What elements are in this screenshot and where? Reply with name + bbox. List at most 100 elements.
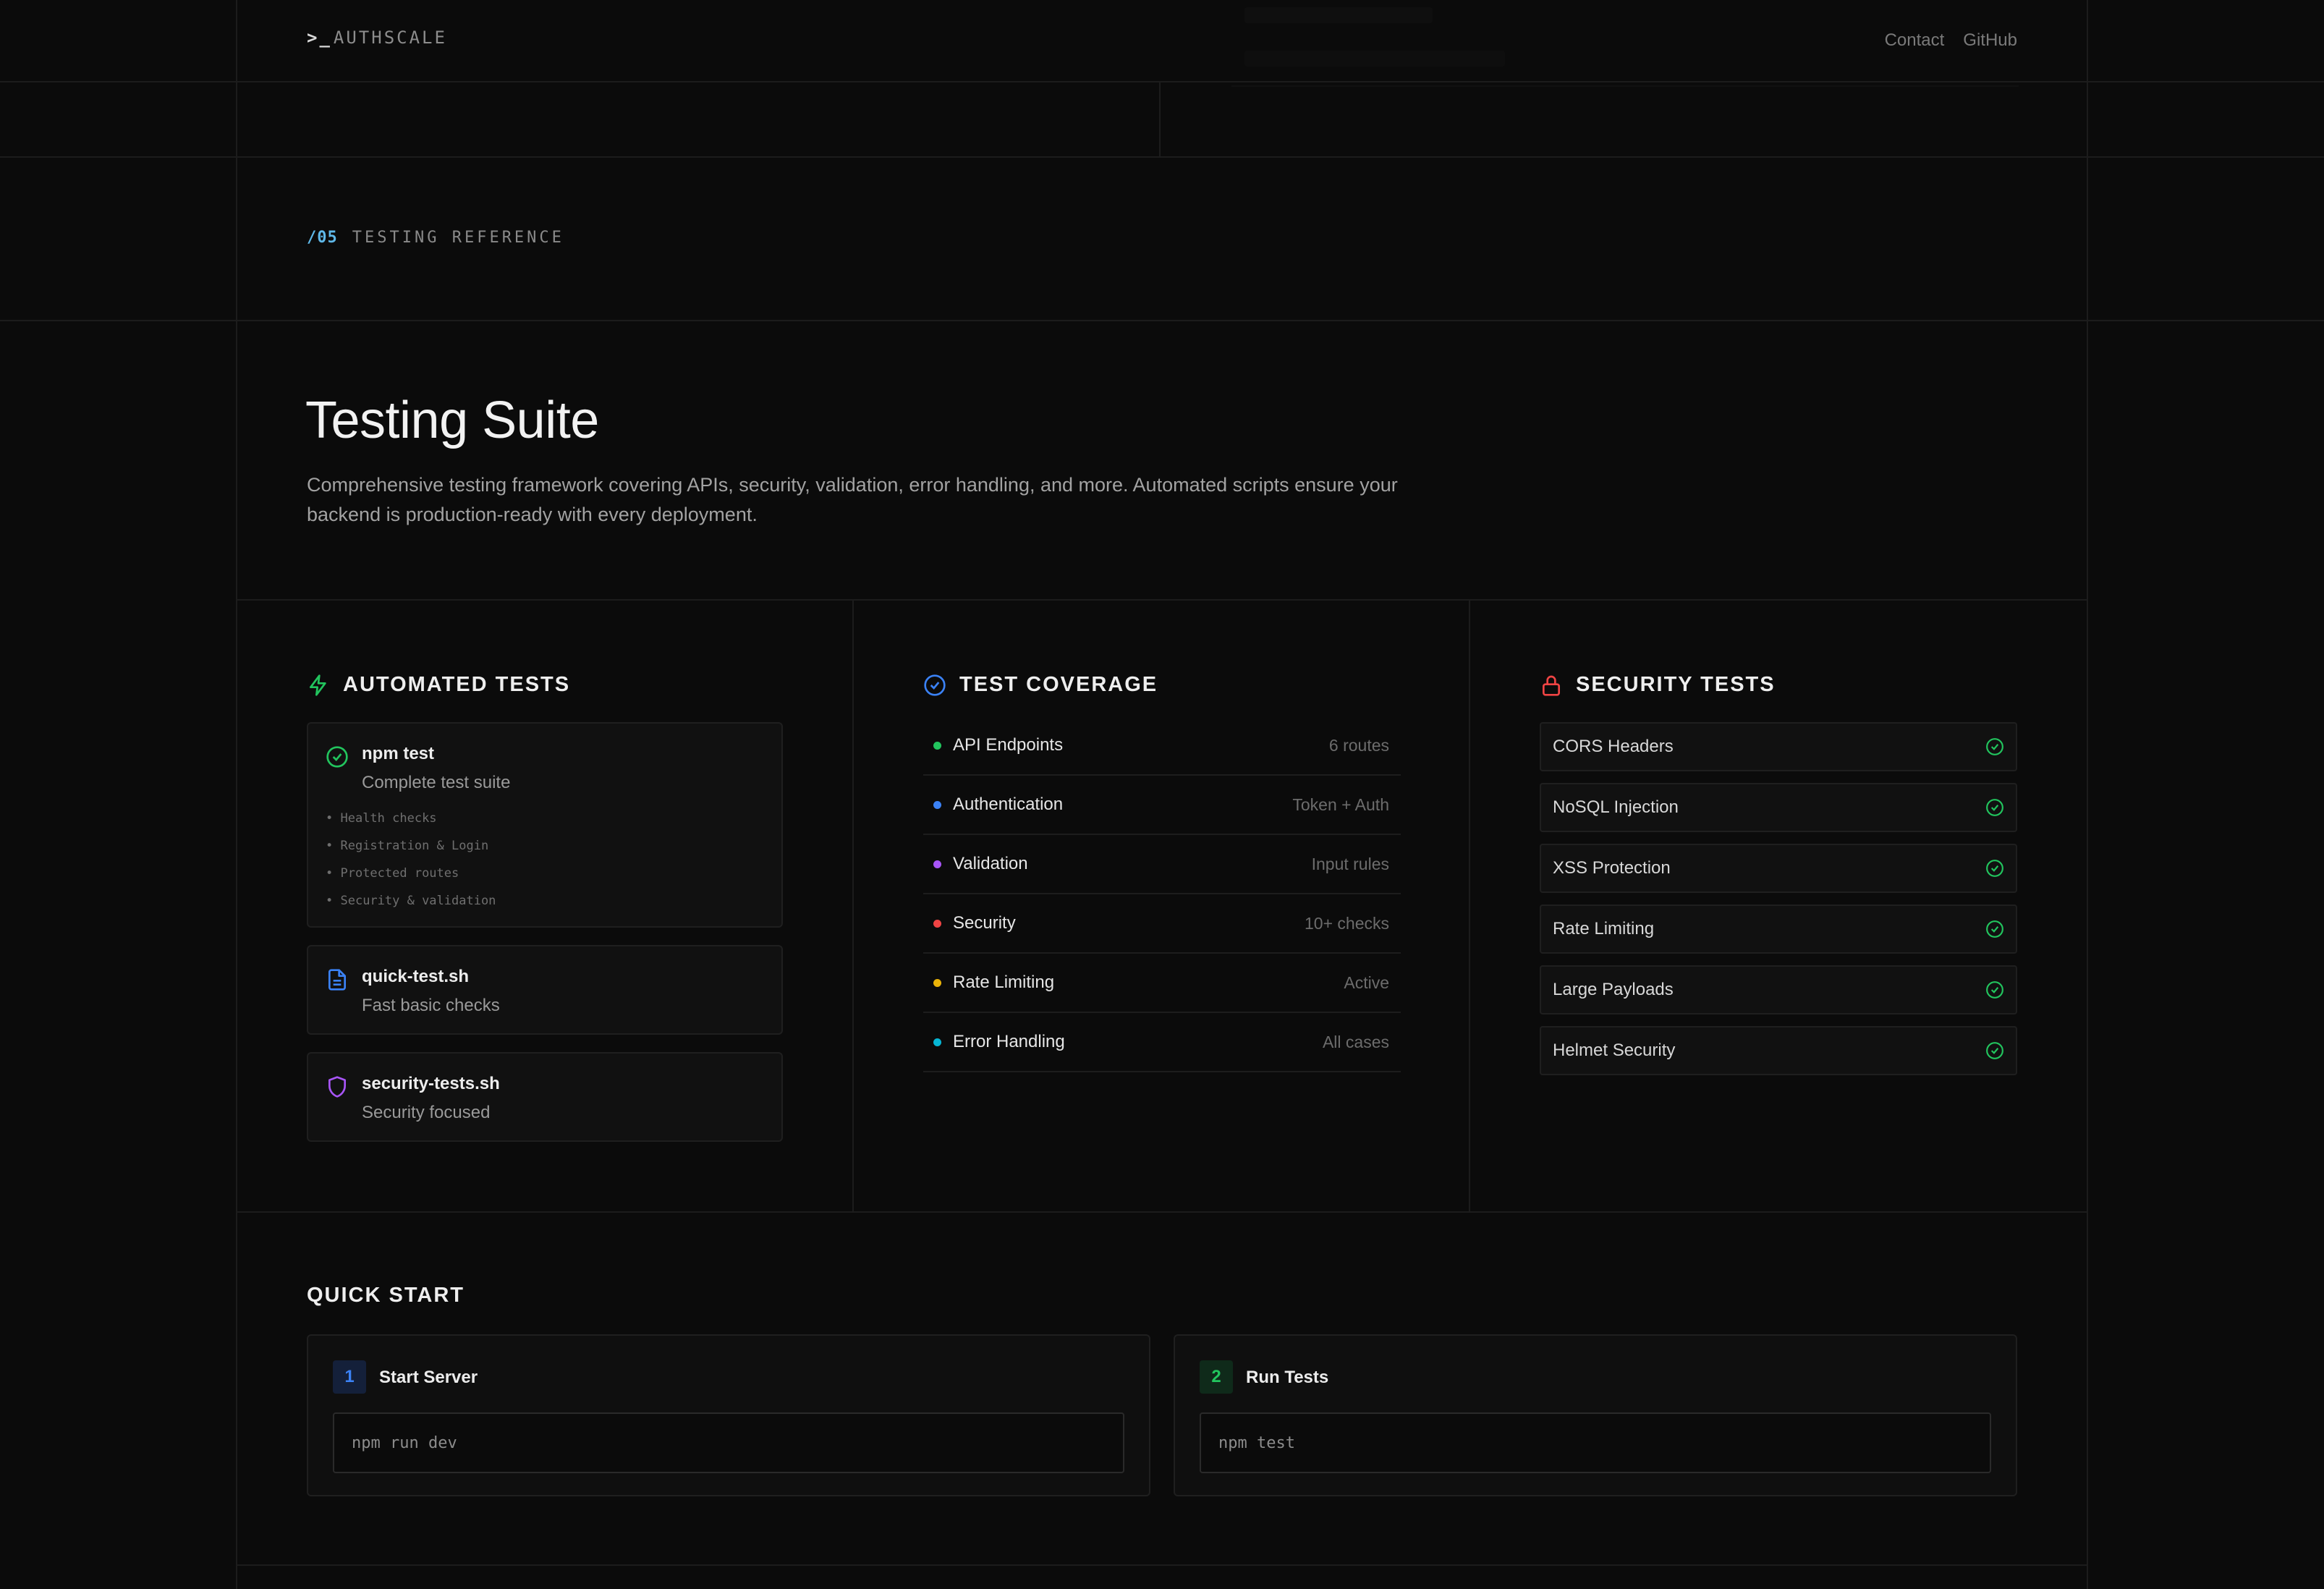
grid-line <box>1159 81 1161 156</box>
heading-text: AUTOMATED TESTS <box>343 673 571 696</box>
step-number-badge: 2 <box>1200 1360 1233 1394</box>
heading-text: SECURITY TESTS <box>1576 673 1776 696</box>
coverage-row-error-handling: Error Handling All cases <box>923 1013 1401 1072</box>
status-dot <box>933 919 941 928</box>
terminal-prompt-icon: >_ <box>307 27 332 48</box>
list-item: Health checks <box>326 805 496 832</box>
section-number: /05 <box>307 229 338 247</box>
placeholder-bar <box>1244 7 1433 23</box>
test-card-security-tests[interactable]: security-tests.sh Security focused <box>307 1052 783 1142</box>
check-circle-icon <box>1986 920 2003 938</box>
command-box[interactable]: npm run dev <box>333 1412 1124 1473</box>
security-item-xss: XSS Protection <box>1540 844 2017 893</box>
grid-line <box>236 1564 2088 1566</box>
page-title: Testing Suite <box>305 391 599 449</box>
coverage-row-api-endpoints: API Endpoints 6 routes <box>923 716 1401 776</box>
test-card-npm-test[interactable]: npm test Complete test suite Health chec… <box>307 722 783 928</box>
placeholder-bar <box>1244 51 1505 67</box>
coverage-row-authentication: Authentication Token + Auth <box>923 776 1401 835</box>
status-dot <box>933 1038 941 1046</box>
logo[interactable]: >_ AUTHSCALE <box>307 27 447 48</box>
card-title: npm test <box>362 744 435 763</box>
nav-contact-link[interactable]: Contact <box>1885 30 1945 51</box>
card-subtitle: Security focused <box>362 1103 491 1122</box>
security-item-label: CORS Headers <box>1553 737 1674 756</box>
security-item-helmet: Helmet Security <box>1540 1026 2017 1075</box>
security-item-label: Rate Limiting <box>1553 919 1655 938</box>
file-icon <box>328 969 346 991</box>
coverage-name: Error Handling <box>953 1032 1065 1051</box>
grid-line <box>236 1211 2088 1213</box>
grid-line <box>852 599 854 1211</box>
list-item: Protected routes <box>326 860 496 887</box>
grid-line <box>0 320 2324 321</box>
status-dot <box>933 741 941 750</box>
section-label: /05 TESTING REFERENCE <box>307 229 564 247</box>
page-description: Comprehensive testing framework covering… <box>307 474 1398 525</box>
grid-line <box>236 0 237 1589</box>
check-circle-icon <box>1986 799 2003 816</box>
security-item-label: NoSQL Injection <box>1553 797 1679 817</box>
coverage-name: API Endpoints <box>953 735 1064 755</box>
status-dot <box>933 800 941 809</box>
security-item-label: Large Payloads <box>1553 980 1674 999</box>
coverage-name: Rate Limiting <box>953 973 1055 992</box>
shield-icon <box>328 1076 346 1098</box>
coverage-value: Active <box>1344 973 1389 992</box>
lightning-icon <box>310 674 326 696</box>
automated-tests-column: AUTOMATED TESTS npm test Complete test s… <box>307 601 784 1211</box>
check-circle-icon <box>1986 860 2003 877</box>
coverage-row-rate-limiting: Rate Limiting Active <box>923 954 1401 1013</box>
check-circle-icon <box>1986 738 2003 755</box>
coverage-value: Token + Auth <box>1292 794 1389 814</box>
top-nav: Contact GitHub <box>1885 30 2017 51</box>
coverage-value: Input rules <box>1311 854 1389 873</box>
coverage-value: 10+ checks <box>1305 913 1389 933</box>
test-coverage-heading: TEST COVERAGE <box>923 673 1158 697</box>
lock-icon <box>1543 675 1560 696</box>
test-list: Health checks Registration & Login Prote… <box>326 805 496 915</box>
grid-line <box>0 156 2324 158</box>
quick-start-step-2: 2 Run Tests npm test <box>1174 1334 2017 1496</box>
list-item: Security & validation <box>326 887 496 915</box>
status-dot <box>933 978 941 987</box>
coverage-row-validation: Validation Input rules <box>923 835 1401 894</box>
security-item-label: XSS Protection <box>1553 858 1671 878</box>
quick-start-heading: QUICK START <box>307 1284 465 1307</box>
coverage-name: Security <box>953 913 1016 933</box>
security-item-rate-limiting: Rate Limiting <box>1540 904 2017 954</box>
grid-line <box>2087 0 2088 1589</box>
coverage-value: 6 routes <box>1328 735 1389 755</box>
test-coverage-column: TEST COVERAGE API Endpoints 6 routes Aut… <box>923 601 1401 1211</box>
coverage-name: Validation <box>953 854 1028 873</box>
security-item-nosql: NoSQL Injection <box>1540 783 2017 832</box>
quick-start-step-1: 1 Start Server npm run dev <box>307 1334 1150 1496</box>
coverage-row-security: Security 10+ checks <box>923 894 1401 954</box>
step-label: Start Server <box>379 1368 478 1387</box>
step-label: Run Tests <box>1246 1368 1329 1387</box>
step-number-badge: 1 <box>333 1360 366 1394</box>
card-subtitle: Fast basic checks <box>362 996 500 1015</box>
security-item-large-payloads: Large Payloads <box>1540 965 2017 1014</box>
heading-text: TEST COVERAGE <box>959 673 1158 696</box>
list-item: Registration & Login <box>326 832 496 860</box>
command-box[interactable]: npm test <box>1200 1412 1991 1473</box>
security-item-cors: CORS Headers <box>1540 722 2017 771</box>
check-circle-icon <box>924 674 946 696</box>
status-dot <box>933 860 941 868</box>
check-circle-icon <box>1986 981 2003 999</box>
automated-tests-heading: AUTOMATED TESTS <box>307 673 570 697</box>
card-subtitle: Complete test suite <box>362 773 511 792</box>
coverage-name: Authentication <box>953 794 1064 814</box>
security-tests-heading: SECURITY TESTS <box>1540 673 1776 697</box>
coverage-value: All cases <box>1322 1032 1389 1051</box>
card-title: security-tests.sh <box>362 1074 500 1093</box>
card-title: quick-test.sh <box>362 967 470 986</box>
page: >_ AUTHSCALE Contact GitHub /05 TESTING R… <box>0 0 2324 1589</box>
test-card-quick-test[interactable]: quick-test.sh Fast basic checks <box>307 945 783 1035</box>
security-tests-column: SECURITY TESTS CORS Headers NoSQL Inject… <box>1540 601 2017 1211</box>
nav-github-link[interactable]: GitHub <box>1963 30 2017 51</box>
check-circle-icon <box>1986 1042 2003 1059</box>
security-item-label: Helmet Security <box>1553 1041 1676 1060</box>
check-circle-icon <box>326 746 348 768</box>
